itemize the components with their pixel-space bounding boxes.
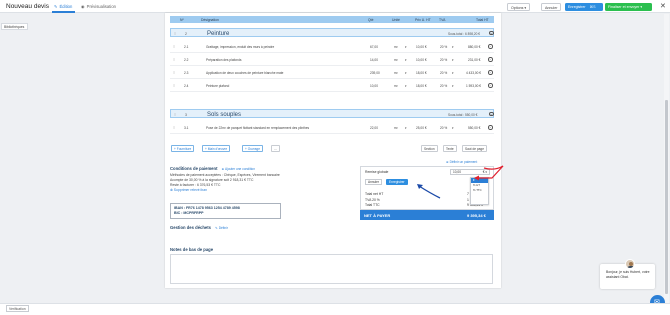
red-arrowhead [474,175,479,181]
annotation-arrows [417,165,504,199]
assistant-avatar [625,259,635,269]
bottom-bar [0,303,670,315]
chat-line-1: Bonjour, je suis Hubert, votre [606,270,650,274]
verification-tab[interactable]: Verification [6,305,29,312]
chat-line-2: assistant Obat. [606,274,629,279]
blue-arrow [418,185,441,199]
